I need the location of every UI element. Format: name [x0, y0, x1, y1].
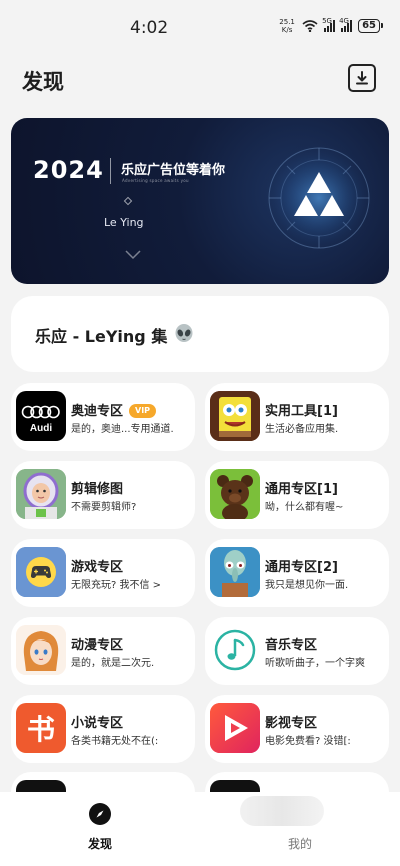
- audi-logo-icon: Audi: [16, 391, 66, 441]
- category-card-anime[interactable]: 动漫专区 是的，就是二次元.: [11, 617, 195, 685]
- category-title: 音乐专区: [265, 638, 318, 653]
- category-card-edit[interactable]: 剪辑修图 不需要剪辑师?: [11, 461, 195, 529]
- category-title: 实用工具[1]: [265, 404, 338, 419]
- battery-icon: 65: [358, 19, 383, 33]
- category-card-general-2[interactable]: 通用专区[2] 我只是想见你一面.: [205, 539, 389, 607]
- category-title: 通用专区[1]: [265, 482, 338, 497]
- banner-subtitle: Advertising space awaits you: [122, 178, 189, 183]
- banner-brand: Le Ying: [104, 216, 144, 229]
- music-note-icon: [210, 625, 260, 675]
- category-desc: 无限充玩? 我不信 >: [71, 580, 162, 591]
- category-title: 游戏专区: [71, 560, 124, 575]
- category-card-games[interactable]: 游戏专区 无限充玩? 我不信 >: [11, 539, 195, 607]
- triforce-emblem-icon: [261, 140, 377, 256]
- download-box-icon: [356, 71, 368, 85]
- chevron-down-icon: [125, 250, 141, 260]
- diamond-icon: [123, 196, 133, 206]
- vip-badge: VIP: [129, 404, 157, 418]
- download-button[interactable]: [348, 64, 376, 92]
- network-speed: 25.1 K/s: [279, 18, 295, 34]
- banner-divider: [110, 158, 111, 184]
- status-icons: 25.1 K/s 5G 4G 65: [278, 17, 383, 34]
- category-desc: 是的，就是二次元.: [71, 658, 155, 669]
- play-triangle-icon: [210, 703, 260, 753]
- page-title: 发现: [22, 70, 64, 94]
- category-title: 通用专区[2]: [265, 560, 338, 575]
- svg-text:Audi: Audi: [30, 423, 52, 434]
- category-desc: 生活必备应用集.: [265, 424, 339, 435]
- bottom-tab-bar: 发现 我的: [0, 792, 400, 866]
- book-char-icon: 书: [16, 703, 66, 753]
- banner-year: 2024: [33, 156, 104, 184]
- category-card-music[interactable]: 音乐专区 听歌听曲子，一个字爽: [205, 617, 389, 685]
- collection-title: 乐应 - LeYing 集: [35, 327, 168, 346]
- tab-label: 发现: [87, 837, 112, 851]
- tab-label: 我的: [287, 837, 312, 851]
- category-card-video[interactable]: 影视专区 电影免费看? 没错[:: [205, 695, 389, 763]
- category-desc: 听歌听曲子，一个字爽: [265, 658, 365, 669]
- category-card-audi[interactable]: Audi 奥迪专区 VIP 是的，奥迪...专用通道.: [11, 383, 195, 451]
- squidward-avatar-icon: [210, 547, 260, 597]
- category-desc: 电影免费看? 没错[:: [265, 736, 351, 747]
- header: 发现: [0, 56, 400, 104]
- anime-girl-avatar-icon: [16, 625, 66, 675]
- tab-discover[interactable]: 发现: [70, 802, 130, 852]
- collection-card[interactable]: 乐应 - LeYing 集: [11, 296, 389, 372]
- status-bar: 4:02 25.1 K/s 5G 4G 65: [0, 0, 400, 56]
- banner-headline: 乐应广告位等着你: [121, 163, 226, 178]
- category-desc: 各类书籍无处不在(:: [71, 736, 159, 747]
- category-card-general-1[interactable]: 通用专区[1] 呦，什么都有喔~: [205, 461, 389, 529]
- category-title: 影视专区: [265, 716, 318, 731]
- bear-avatar-icon: [210, 469, 260, 519]
- category-desc: 呦，什么都有喔~: [265, 502, 344, 513]
- category-title: 剪辑修图: [71, 482, 124, 497]
- blurred-overlay: [240, 796, 324, 826]
- category-desc: 我只是想见你一面.: [265, 580, 349, 591]
- category-title: 小说专区: [71, 716, 124, 731]
- wifi-icon: [302, 20, 318, 32]
- promo-banner[interactable]: 2024 乐应广告位等着你 Advertising space awaits y…: [11, 118, 389, 284]
- compass-icon: [89, 803, 111, 825]
- category-title: 动漫专区: [71, 638, 124, 653]
- buzz-lightyear-avatar-icon: [16, 469, 66, 519]
- gamepad-icon: [16, 547, 66, 597]
- category-card-tools[interactable]: 实用工具[1] 生活必备应用集.: [205, 383, 389, 451]
- signal-sim2-icon: 4G: [339, 17, 353, 32]
- category-title: 奥迪专区 VIP: [71, 400, 157, 419]
- category-desc: 不需要剪辑师?: [71, 502, 137, 513]
- category-card-novels[interactable]: 书 小说专区 各类书籍无处不在(:: [11, 695, 195, 763]
- category-desc: 是的，奥迪...专用通道.: [71, 424, 174, 435]
- status-time: 4:02: [130, 18, 169, 38]
- spongebob-avatar-icon: [210, 391, 260, 441]
- alien-emoji-icon: [175, 324, 193, 342]
- signal-sim1-icon: 5G: [322, 17, 336, 32]
